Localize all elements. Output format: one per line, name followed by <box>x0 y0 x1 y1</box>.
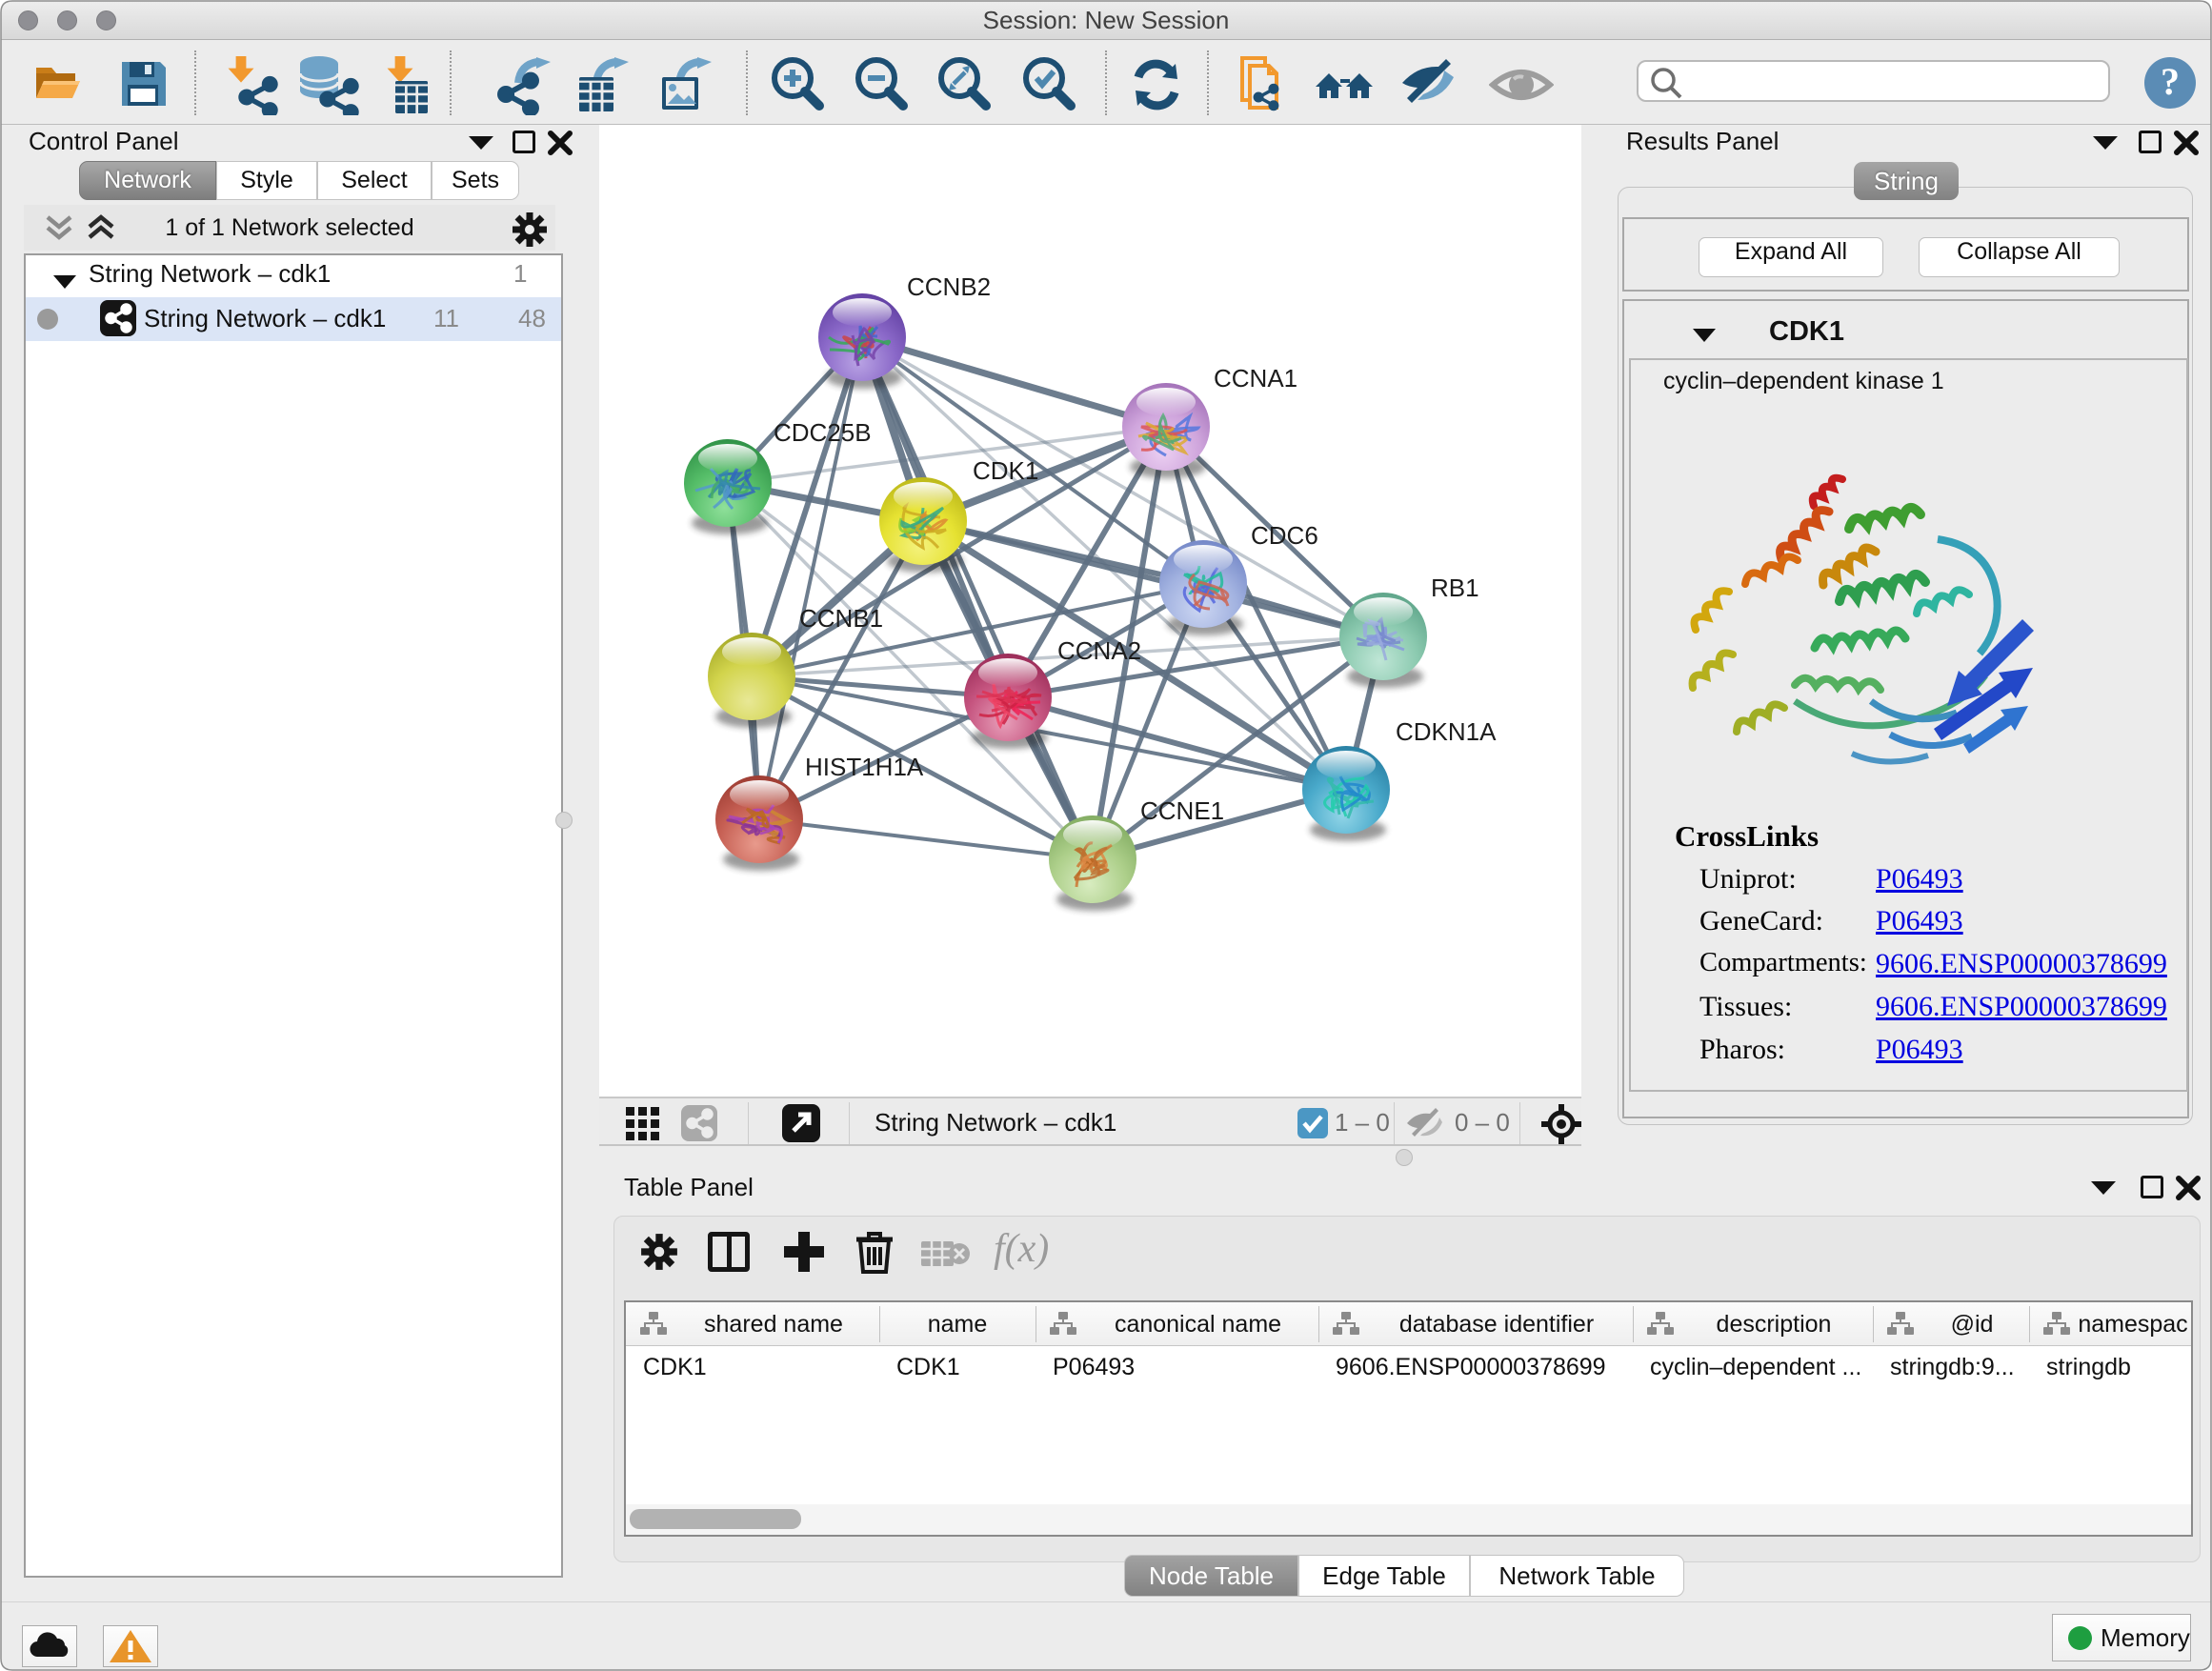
svg-text:CCNE1: CCNE1 <box>1140 796 1224 825</box>
svg-text:?: ? <box>2161 60 2180 103</box>
svg-text:CCNB1: CCNB1 <box>799 604 883 633</box>
svg-text:HIST1H1A: HIST1H1A <box>805 753 924 781</box>
svg-text:CCNB2: CCNB2 <box>907 272 991 301</box>
svg-text:CDK1: CDK1 <box>973 456 1038 485</box>
svg-text:CDKN1A: CDKN1A <box>1396 717 1497 746</box>
svg-text:CDC25B: CDC25B <box>774 418 872 447</box>
svg-text:CDC6: CDC6 <box>1251 521 1318 550</box>
svg-text:RB1: RB1 <box>1431 574 1479 602</box>
svg-text:CCNA2: CCNA2 <box>1057 636 1141 665</box>
svg-text:CCNA1: CCNA1 <box>1214 364 1297 393</box>
